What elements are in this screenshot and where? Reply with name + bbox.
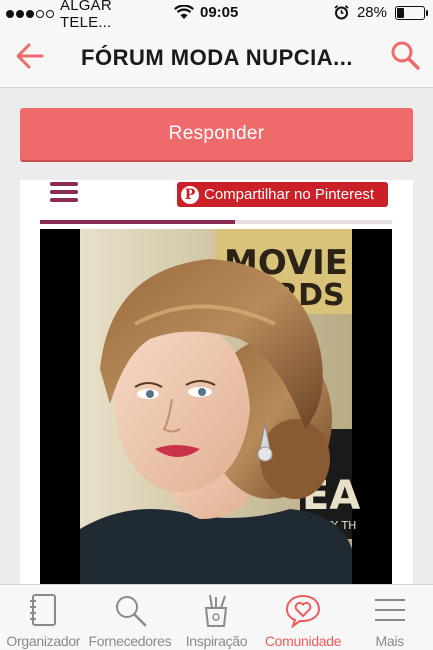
alarm-icon bbox=[334, 5, 349, 20]
search-icon[interactable] bbox=[389, 39, 421, 71]
battery-fill bbox=[397, 7, 405, 18]
status-bar: ALGAR TELE... 09:05 28% bbox=[0, 0, 433, 31]
wifi-icon bbox=[174, 5, 194, 19]
pinterest-icon: P bbox=[181, 185, 199, 204]
tab-label: Inspiração bbox=[185, 633, 248, 649]
tab-label: Fornecedores bbox=[88, 633, 172, 649]
status-right: 28% bbox=[334, 4, 428, 21]
post-card: P Compartilhar no Pinterest MOVIE RDS EA… bbox=[20, 180, 413, 584]
signal-dot bbox=[36, 10, 44, 18]
divider-accent bbox=[40, 220, 235, 224]
signal-dot bbox=[6, 10, 14, 18]
reply-button[interactable]: Responder bbox=[20, 108, 413, 160]
tab-inspiracao[interactable]: Inspiração bbox=[173, 585, 260, 650]
tab-organizador[interactable]: Organizador bbox=[0, 585, 87, 650]
arrow-left-icon[interactable] bbox=[14, 40, 46, 72]
signal-dot bbox=[46, 10, 54, 18]
tab-comunidade[interactable]: Comunidade bbox=[260, 585, 347, 650]
tab-label: Mais bbox=[375, 633, 404, 649]
pinterest-share-button[interactable]: P Compartilhar no Pinterest bbox=[177, 182, 388, 207]
page-title: FÓRUM MODA NUPCIA... bbox=[81, 45, 353, 70]
status-center: 09:05 bbox=[174, 4, 238, 21]
tab-label: Comunidade bbox=[264, 633, 342, 649]
signal-strength-icon bbox=[6, 10, 54, 18]
tab-fornecedores[interactable]: Fornecedores bbox=[87, 585, 174, 650]
reply-area: Responder bbox=[0, 89, 433, 179]
post-photo[interactable]: MOVIE RDS EA EAUTY TH bbox=[40, 229, 392, 584]
status-left: ALGAR TELE... bbox=[0, 0, 160, 31]
signal-dot bbox=[16, 10, 24, 18]
search-icon bbox=[115, 596, 147, 627]
battery-icon bbox=[395, 5, 428, 20]
nav-header: FÓRUM MODA NUPCIA... bbox=[0, 28, 433, 88]
tab-label: Organizador bbox=[6, 633, 81, 649]
bottom-tab-bar: Organizador Fornecedores Inspiração Comu… bbox=[0, 584, 433, 650]
signal-dot bbox=[26, 10, 34, 18]
hamburger-menu-icon[interactable] bbox=[50, 182, 78, 206]
chat-heart-icon bbox=[286, 594, 321, 628]
notebook-icon bbox=[30, 594, 57, 626]
clock: 09:05 bbox=[200, 4, 239, 21]
brushes-icon bbox=[205, 594, 228, 627]
battery-percent: 28% bbox=[356, 4, 387, 21]
bride-photo-illustration: MOVIE RDS EA EAUTY TH bbox=[40, 229, 392, 584]
progress-divider bbox=[40, 220, 392, 224]
tab-mais[interactable]: Mais bbox=[346, 585, 433, 650]
menu-icon bbox=[374, 599, 405, 621]
pinterest-share-label: Compartilhar no Pinterest bbox=[204, 186, 375, 203]
carrier-name: ALGAR TELE... bbox=[60, 0, 112, 31]
